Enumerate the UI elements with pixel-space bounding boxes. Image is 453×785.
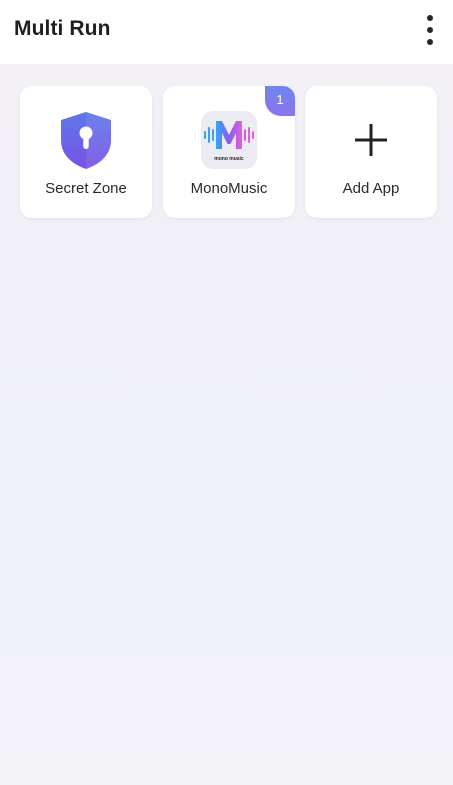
app-label-secret-zone: Secret Zone xyxy=(45,180,127,197)
app-card-secret-zone[interactable]: Secret Zone xyxy=(20,86,152,218)
app-label-monomusic: MonoMusic xyxy=(190,180,268,197)
shield-lock-icon xyxy=(61,112,111,169)
app-card-monomusic[interactable]: mono music 1 MonoMusic xyxy=(163,86,295,218)
add-app-label: Add App xyxy=(342,180,400,197)
more-options-button[interactable] xyxy=(415,10,445,50)
mono-music-logo-caption: mono music xyxy=(214,156,244,162)
plus-icon xyxy=(355,124,387,156)
app-bar: Multi Run xyxy=(0,0,453,64)
more-vertical-icon xyxy=(427,15,433,21)
notification-badge: 1 xyxy=(265,86,295,116)
mono-music-logo-mark xyxy=(204,121,254,149)
app-title: Multi Run xyxy=(14,17,111,40)
more-vertical-icon-dot xyxy=(427,27,433,33)
mono-music-logo: mono music xyxy=(201,111,257,169)
more-vertical-icon-dot xyxy=(427,39,433,45)
add-app-button[interactable]: Add App xyxy=(305,86,437,218)
